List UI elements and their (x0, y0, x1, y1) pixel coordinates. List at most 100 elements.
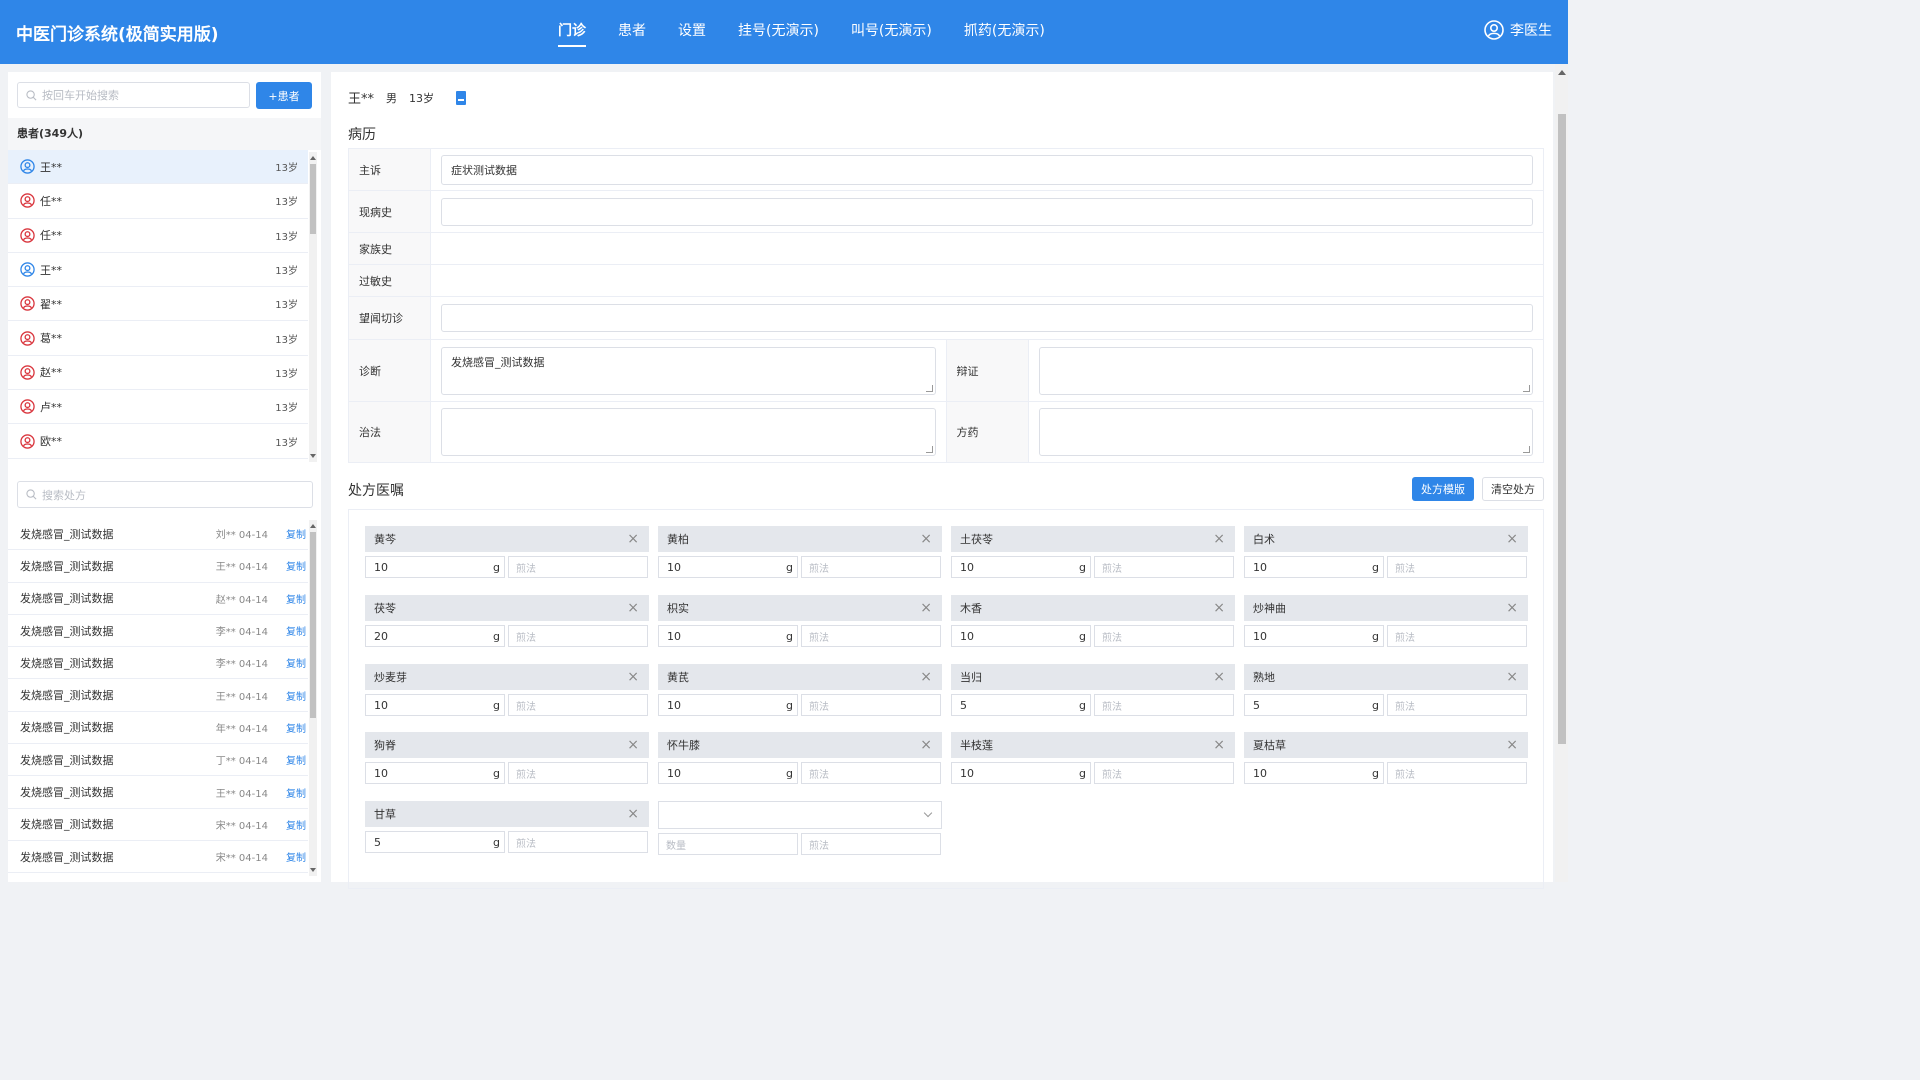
herb-method-input[interactable]: 煎法 (1387, 762, 1527, 784)
herb-dose-input[interactable]: 5g (365, 831, 505, 853)
diagnosis-textarea[interactable]: 发烧感冒_测试数据 (441, 346, 936, 395)
herb-method-input[interactable]: 煎法 (508, 762, 648, 784)
herb-dose-input[interactable]: 10 g (365, 556, 505, 578)
herb-dose-input[interactable]: 10 g (658, 625, 798, 647)
herb-qty-input[interactable]: 数量 (658, 833, 798, 855)
close-icon[interactable]: × (627, 669, 639, 685)
nav-registration[interactable]: 挂号(无演示) (738, 0, 819, 64)
patient-row[interactable]: 欧** 13岁 (8, 424, 308, 459)
copy-prescription-link[interactable]: 复制 (286, 558, 306, 573)
close-icon[interactable]: × (627, 806, 639, 822)
scroll-down-arrow[interactable] (310, 454, 316, 458)
copy-prescription-link[interactable]: 复制 (286, 752, 306, 767)
close-icon[interactable]: × (1506, 600, 1518, 616)
herb-method-input[interactable]: 煎法 (801, 833, 941, 855)
allergy-value[interactable] (431, 265, 1543, 296)
page-scrollbar[interactable] (1555, 64, 1568, 882)
herb-method-input[interactable]: 煎法 (508, 694, 648, 716)
close-icon[interactable]: × (1213, 737, 1225, 753)
prescription-history-row[interactable]: 发烧感冒_测试数据 王** 04-14 复制 (8, 550, 308, 583)
close-icon[interactable]: × (1506, 531, 1518, 547)
copy-prescription-link[interactable]: 复制 (286, 655, 306, 670)
prescription-history-row[interactable]: 发烧感冒_测试数据 年** 04-14 复制 (8, 712, 308, 745)
herb-dose-input[interactable]: 10 g (1244, 762, 1384, 784)
herb-dose-input[interactable]: 5g (951, 694, 1091, 716)
patient-search-input[interactable]: 按回车开始搜索 (17, 82, 250, 108)
prescription-history-row[interactable]: 发烧感冒_测试数据 王** 04-14 复制 (8, 679, 308, 712)
four-diagnostics-input[interactable] (441, 304, 1533, 332)
herb-method-input[interactable]: 煎法 (1387, 625, 1527, 647)
patient-row[interactable]: 卢** 13岁 (8, 390, 308, 425)
herb-method-input[interactable]: 煎法 (508, 556, 648, 578)
prescription-history-row[interactable]: 发烧感冒_测试数据 王** 04-14 复制 (8, 776, 308, 809)
nav-pharmacy[interactable]: 抓药(无演示) (964, 0, 1045, 64)
herb-select-dropdown[interactable] (658, 801, 942, 829)
patient-row[interactable]: 翟** 13岁 (8, 287, 308, 322)
herb-method-input[interactable]: 煎法 (1387, 694, 1527, 716)
patient-row[interactable]: 任** 13岁 (8, 219, 308, 253)
family-history-value[interactable] (431, 233, 1543, 264)
herb-method-input[interactable]: 煎法 (1094, 762, 1234, 784)
herb-dose-input[interactable]: 10 g (951, 625, 1091, 647)
herb-dose-input[interactable]: 5g (1244, 694, 1384, 716)
herb-method-input[interactable]: 煎法 (801, 762, 941, 784)
scroll-thumb[interactable] (310, 164, 316, 234)
herb-dose-input[interactable]: 10 g (1244, 625, 1384, 647)
copy-prescription-link[interactable]: 复制 (286, 720, 306, 735)
syndrome-textarea[interactable] (1038, 346, 1533, 395)
patient-card-icon[interactable] (456, 90, 467, 105)
patient-row[interactable]: 葛** 13岁 (8, 321, 308, 356)
scroll-down-arrow[interactable] (310, 868, 316, 872)
herb-dose-input[interactable]: 10 g (951, 762, 1091, 784)
close-icon[interactable]: × (1506, 669, 1518, 685)
add-patient-button[interactable]: +患者 (256, 82, 312, 109)
herb-method-input[interactable]: 煎法 (801, 556, 941, 578)
prescription-history-row[interactable]: 发烧感冒_测试数据 李** 04-14 复制 (8, 647, 308, 680)
nav-clinic[interactable]: 门诊 (558, 0, 586, 64)
herb-dose-input[interactable]: 10 g (951, 556, 1091, 578)
copy-prescription-link[interactable]: 复制 (286, 688, 306, 703)
close-icon[interactable]: × (1213, 600, 1225, 616)
herb-method-input[interactable]: 煎法 (801, 694, 941, 716)
herb-dose-input[interactable]: 10 g (365, 694, 505, 716)
prescription-history-row[interactable]: 发烧感冒_测试数据 李** 04-14 复制 (8, 615, 308, 648)
copy-prescription-link[interactable]: 复制 (286, 526, 306, 541)
patient-list-scrollbar[interactable] (309, 152, 317, 462)
chief-complaint-input[interactable]: 症状测试数据 (441, 154, 1533, 185)
close-icon[interactable]: × (1506, 737, 1518, 753)
prescription-search-input[interactable]: 搜索处方 (17, 481, 313, 508)
patient-row[interactable]: 赵** 13岁 (8, 356, 308, 391)
close-icon[interactable]: × (627, 600, 639, 616)
present-illness-input[interactable] (441, 197, 1533, 226)
close-icon[interactable]: × (1213, 669, 1225, 685)
close-icon[interactable]: × (1213, 531, 1225, 547)
herb-method-input[interactable]: 煎法 (508, 831, 648, 853)
close-icon[interactable]: × (627, 531, 639, 547)
herb-method-input[interactable]: 煎法 (1094, 556, 1234, 578)
prescription-history-row[interactable]: 发烧感冒_测试数据 丁** 04-14 复制 (8, 744, 308, 777)
formula-textarea[interactable] (1038, 408, 1533, 456)
close-icon[interactable]: × (920, 669, 932, 685)
close-icon[interactable]: × (920, 737, 932, 753)
scroll-up-arrow[interactable] (310, 156, 316, 160)
herb-dose-input[interactable]: 20 g (365, 625, 505, 647)
clear-prescription-button[interactable]: 清空处方 (1482, 477, 1544, 501)
herb-dose-input[interactable]: 10 g (658, 762, 798, 784)
prescription-history-row[interactable]: 发烧感冒_测试数据 刘** 04-14 复制 (8, 518, 308, 551)
herb-method-input[interactable]: 煎法 (801, 625, 941, 647)
copy-prescription-link[interactable]: 复制 (286, 785, 306, 800)
close-icon[interactable]: × (920, 600, 932, 616)
copy-prescription-link[interactable]: 复制 (286, 817, 306, 832)
prescription-history-row[interactable]: 发烧感冒_测试数据 宋** 04-14 复制 (8, 809, 308, 841)
copy-prescription-link[interactable]: 复制 (286, 623, 306, 638)
scroll-up-arrow[interactable] (310, 524, 316, 528)
nav-patients[interactable]: 患者 (618, 0, 646, 64)
patient-row[interactable]: 任** 13岁 (8, 184, 308, 219)
prescription-template-button[interactable]: 处方模版 (1412, 477, 1474, 501)
patient-row[interactable]: 王** 13岁 (8, 253, 308, 288)
herb-method-input[interactable]: 煎法 (1094, 694, 1234, 716)
scroll-up-arrow[interactable] (1558, 70, 1566, 75)
treatment-textarea[interactable] (441, 408, 936, 456)
prescription-history-row[interactable]: 发烧感冒_测试数据 赵** 04-14 复制 (8, 583, 308, 615)
scroll-thumb[interactable] (1558, 114, 1566, 744)
